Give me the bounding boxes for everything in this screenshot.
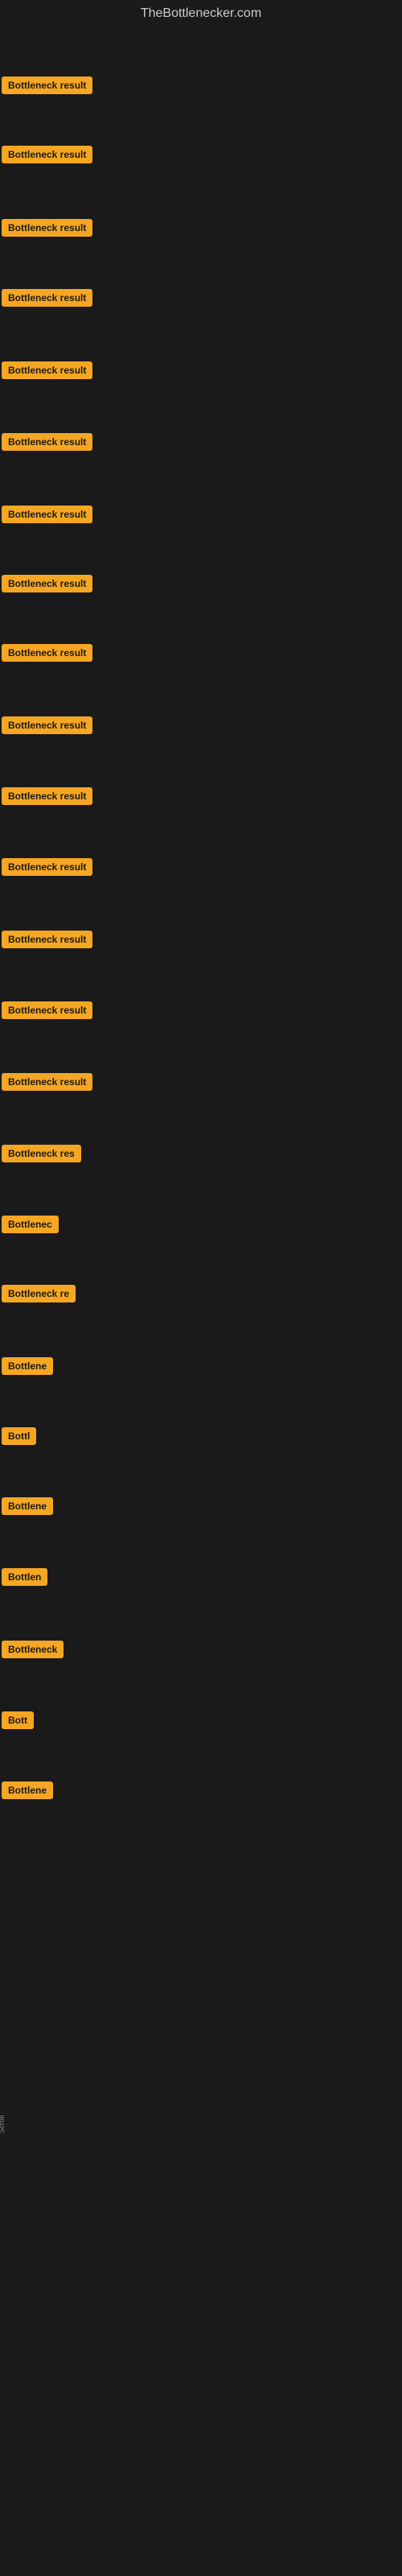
bottleneck-row-1: Bottleneck result: [2, 76, 92, 98]
bottleneck-badge-1: Bottleneck result: [2, 76, 92, 94]
bottleneck-row-13: Bottleneck result: [2, 931, 92, 952]
bottleneck-row-11: Bottleneck result: [2, 787, 92, 809]
bottleneck-row-19: Bottlene: [2, 1357, 53, 1379]
bottleneck-row-24: Bott: [2, 1711, 34, 1733]
bottleneck-badge-14: Bottleneck result: [2, 1001, 92, 1019]
bottleneck-row-9: Bottleneck result: [2, 644, 92, 666]
bottleneck-badge-8: Bottleneck result: [2, 575, 92, 592]
bottleneck-row-12: Bottleneck result: [2, 858, 92, 880]
bottleneck-badge-15: Bottleneck result: [2, 1073, 92, 1091]
bottleneck-badge-6: Bottleneck result: [2, 433, 92, 451]
bottleneck-badge-18: Bottleneck re: [2, 1285, 76, 1302]
bottleneck-row-18: Bottleneck re: [2, 1285, 76, 1307]
site-title: TheBottlenecker.com: [0, 0, 402, 31]
bottleneck-row-21: Bottlene: [2, 1497, 53, 1519]
bottleneck-badge-5: Bottleneck result: [2, 361, 92, 379]
bottleneck-badge-13: Bottleneck result: [2, 931, 92, 948]
bottleneck-row-22: Bottlen: [2, 1568, 47, 1590]
bottleneck-badge-22: Bottlen: [2, 1568, 47, 1586]
bottleneck-badge-20: Bottl: [2, 1427, 36, 1445]
bottleneck-badge-11: Bottleneck result: [2, 787, 92, 805]
bottleneck-row-7: Bottleneck result: [2, 506, 92, 527]
bottleneck-row-17: Bottlenec: [2, 1216, 59, 1237]
bottleneck-badge-4: Bottleneck result: [2, 289, 92, 307]
bottleneck-row-4: Bottleneck result: [2, 289, 92, 311]
bottleneck-badge-23: Bottleneck: [2, 1641, 64, 1658]
bottleneck-row-14: Bottleneck result: [2, 1001, 92, 1023]
bottleneck-badge-19: Bottlene: [2, 1357, 53, 1375]
bottleneck-row-8: Bottleneck result: [2, 575, 92, 597]
bottleneck-badge-25: Bottlene: [2, 1781, 53, 1799]
bottleneck-badge-9: Bottleneck result: [2, 644, 92, 662]
bottleneck-row-5: Bottleneck result: [2, 361, 92, 383]
bottleneck-row-2: Bottleneck result: [2, 146, 92, 167]
bottleneck-row-15: Bottleneck result: [2, 1073, 92, 1095]
bottleneck-row-10: Bottleneck result: [2, 716, 92, 738]
bottleneck-row-25: Bottlene: [2, 1781, 53, 1803]
bottleneck-row-23: Bottleneck: [2, 1641, 64, 1662]
bottleneck-badge-3: Bottleneck result: [2, 219, 92, 237]
bottleneck-badge-7: Bottleneck result: [2, 506, 92, 523]
bottleneck-badge-21: Bottlene: [2, 1497, 53, 1515]
bottleneck-badge-2: Bottleneck result: [2, 146, 92, 163]
bottleneck-badge-17: Bottlenec: [2, 1216, 59, 1233]
bottleneck-badge-10: Bottleneck result: [2, 716, 92, 734]
bottleneck-row-20: Bottl: [2, 1427, 36, 1449]
bottom-label: Scroll: [0, 2115, 6, 2133]
bottleneck-row-3: Bottleneck result: [2, 219, 92, 241]
bottleneck-row-16: Bottleneck res: [2, 1145, 81, 1166]
bottleneck-badge-12: Bottleneck result: [2, 858, 92, 876]
bottleneck-badge-16: Bottleneck res: [2, 1145, 81, 1162]
bottleneck-badge-24: Bott: [2, 1711, 34, 1729]
bottleneck-row-6: Bottleneck result: [2, 433, 92, 455]
